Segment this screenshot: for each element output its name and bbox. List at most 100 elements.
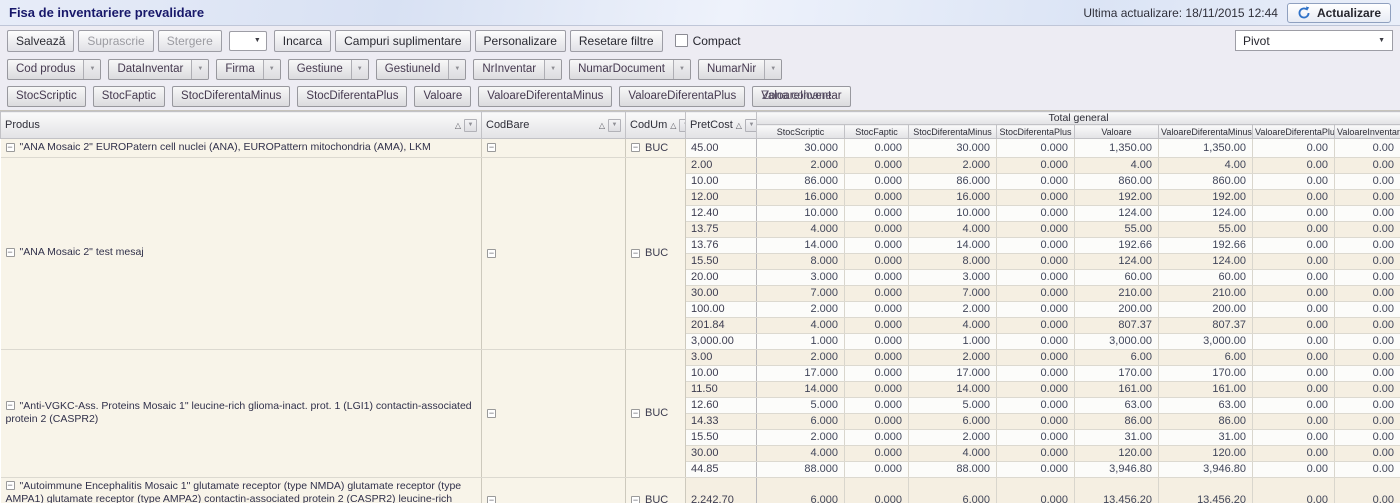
column-header-valoareinventar[interactable]: ValoareInventar	[1335, 125, 1400, 139]
column-header-stocscriptic[interactable]: StocScriptic	[757, 125, 845, 139]
field-chip-gestiune[interactable]: Gestiune▼	[288, 59, 369, 80]
field-chip-gestiuneid[interactable]: GestiuneId▼	[376, 59, 467, 80]
column-header-produs[interactable]: Produs △ ▼	[1, 112, 482, 139]
value-cell: 14.000	[757, 381, 845, 397]
field-chip-firma[interactable]: Firma▼	[216, 59, 280, 80]
value-cell: 60.00	[1075, 269, 1159, 285]
pretcost-cell[interactable]: 44.85	[686, 461, 757, 477]
pretcost-cell[interactable]: 3.00	[686, 349, 757, 365]
field-chip-numarnir[interactable]: NumarNir▼	[698, 59, 782, 80]
column-header-valoarediferentaplus[interactable]: ValoareDiferentaPlus	[1253, 125, 1335, 139]
pretcost-cell[interactable]: 45.00	[686, 139, 757, 158]
value-cell: 1,350.00	[1075, 139, 1159, 158]
chevron-down-icon[interactable]: ▼	[351, 60, 368, 79]
pretcost-cell[interactable]: 2.00	[686, 157, 757, 173]
resetare-filtre-button[interactable]: Resetare filtre	[570, 30, 663, 52]
collapse-icon[interactable]: −	[631, 496, 640, 503]
pretcost-cell[interactable]: 13.75	[686, 221, 757, 237]
field-chip-valoarediferentaplus[interactable]: ValoareDiferentaPlus	[619, 86, 745, 107]
column-header-valoare[interactable]: Valoare	[1075, 125, 1159, 139]
collapse-icon[interactable]: −	[6, 248, 15, 257]
value-cell: 1,350.00	[1159, 139, 1253, 158]
pretcost-cell[interactable]: 12.00	[686, 189, 757, 205]
collapse-icon[interactable]: −	[631, 249, 640, 258]
field-chip-label: ValoareDiferentaPlus	[620, 87, 744, 106]
save-options-dropdown[interactable]: ▼	[229, 31, 267, 51]
column-header-valoarediferentaminus[interactable]: ValoareDiferentaMinus	[1159, 125, 1253, 139]
field-chip-numardocument[interactable]: NumarDocument▼	[569, 59, 691, 80]
pretcost-cell[interactable]: 11.50	[686, 381, 757, 397]
chevron-down-icon[interactable]: ▼	[191, 60, 208, 79]
collapse-icon[interactable]: −	[631, 143, 640, 152]
produs-cell[interactable]: −"Anti-VGKC-Ass. Proteins Mosaic 1" leuc…	[1, 349, 482, 477]
chevron-down-icon[interactable]: ▼	[673, 60, 690, 79]
collapse-icon[interactable]: −	[487, 249, 496, 258]
column-header-codum[interactable]: CodUm △ ▼	[626, 112, 686, 139]
pretcost-cell[interactable]: 13.76	[686, 237, 757, 253]
campuri-suplimentare-button[interactable]: Campuri suplimentare	[335, 30, 470, 52]
pretcost-cell[interactable]: 30.00	[686, 445, 757, 461]
compact-checkbox-label: Compact	[693, 34, 741, 48]
pivot-select[interactable]: Pivot ▼	[1235, 30, 1393, 51]
filter-button[interactable]: ▼	[608, 119, 621, 132]
column-header-stocfaptic[interactable]: StocFaptic	[845, 125, 909, 139]
value-cell: 0.00	[1253, 317, 1335, 333]
field-chip-datainventar[interactable]: DataInventar▼	[108, 59, 209, 80]
produs-cell[interactable]: −"ANA Mosaic 2" EUROPatern cell nuclei (…	[1, 139, 482, 158]
value-cell: 16.000	[909, 189, 997, 205]
column-header-stocdiferentaminus[interactable]: StocDiferentaMinus	[909, 125, 997, 139]
value-cell: 0.00	[1253, 301, 1335, 317]
actualizare-button[interactable]: Actualizare	[1287, 3, 1391, 23]
produs-cell[interactable]: −"ANA Mosaic 2" test mesaj	[1, 157, 482, 349]
chevron-down-icon[interactable]: ▼	[83, 60, 100, 79]
pretcost-cell[interactable]: 201.84	[686, 317, 757, 333]
filter-button[interactable]: ▼	[464, 119, 477, 132]
chevron-down-icon[interactable]: ▼	[448, 60, 465, 79]
incarca-button[interactable]: Incarca	[274, 30, 331, 52]
field-chip-stocscriptic[interactable]: StocScriptic	[7, 86, 86, 107]
pretcost-cell[interactable]: 12.60	[686, 397, 757, 413]
pretcost-cell[interactable]: 15.50	[686, 253, 757, 269]
table-row: −"ANA Mosaic 2" EUROPatern cell nuclei (…	[1, 139, 1400, 158]
field-chip-cod-produs[interactable]: Cod produs▼	[7, 59, 101, 80]
collapse-icon[interactable]: −	[631, 409, 640, 418]
pretcost-cell[interactable]: 2,242.70	[686, 477, 757, 503]
column-header-stocdiferentaplus[interactable]: StocDiferentaPlus	[997, 125, 1075, 139]
produs-cell[interactable]: −"Autoimmune Encephalitis Mosaic 1" glut…	[1, 477, 482, 503]
field-chip-nrinventar[interactable]: NrInventar▼	[473, 59, 562, 80]
pretcost-cell[interactable]: 10.00	[686, 365, 757, 381]
pretcost-cell[interactable]: 100.00	[686, 301, 757, 317]
column-header-codbare[interactable]: CodBare △ ▼	[482, 112, 626, 139]
collapse-icon[interactable]: −	[6, 481, 15, 490]
field-chip-stocdiferentaminus[interactable]: StocDiferentaMinus	[172, 86, 290, 107]
pretcost-cell[interactable]: 3,000.00	[686, 333, 757, 349]
collapse-icon[interactable]: −	[487, 409, 496, 418]
compact-checkbox[interactable]	[675, 34, 688, 47]
filter-button[interactable]: ▼	[745, 119, 757, 132]
pretcost-cell[interactable]: 10.00	[686, 173, 757, 189]
pretcost-cell[interactable]: 30.00	[686, 285, 757, 301]
filter-button[interactable]: ▼	[679, 119, 685, 132]
pretcost-cell[interactable]: 14.33	[686, 413, 757, 429]
salveaza-button[interactable]: Salvează	[7, 30, 74, 52]
pretcost-cell[interactable]: 15.50	[686, 429, 757, 445]
value-cell: 31.00	[1159, 429, 1253, 445]
collapse-icon[interactable]: −	[487, 496, 496, 503]
chevron-down-icon[interactable]: ▼	[263, 60, 280, 79]
personalizare-button[interactable]: Personalizare	[475, 30, 566, 52]
field-chip-stocdiferentaplus[interactable]: StocDiferentaPlus	[297, 86, 407, 107]
pretcost-cell[interactable]: 20.00	[686, 269, 757, 285]
value-cell: 2.000	[757, 301, 845, 317]
collapse-icon[interactable]: −	[6, 401, 15, 410]
collapse-icon[interactable]: −	[6, 143, 15, 152]
produs-label: "ANA Mosaic 2" test mesaj	[20, 246, 144, 258]
chevron-down-icon[interactable]: ▼	[764, 60, 781, 79]
collapse-icon[interactable]: −	[487, 143, 496, 152]
field-chip-valoarediferentaminus[interactable]: ValoareDiferentaMinus	[478, 86, 612, 107]
pretcost-cell[interactable]: 12.40	[686, 205, 757, 221]
field-chip-valoare[interactable]: Valoare	[414, 86, 471, 107]
field-chip-stocfaptic[interactable]: StocFaptic	[93, 86, 165, 107]
chevron-down-icon[interactable]: ▼	[544, 60, 561, 79]
value-cell: 2.000	[757, 429, 845, 445]
column-header-pretcost[interactable]: PretCost △ ▼	[686, 112, 757, 139]
